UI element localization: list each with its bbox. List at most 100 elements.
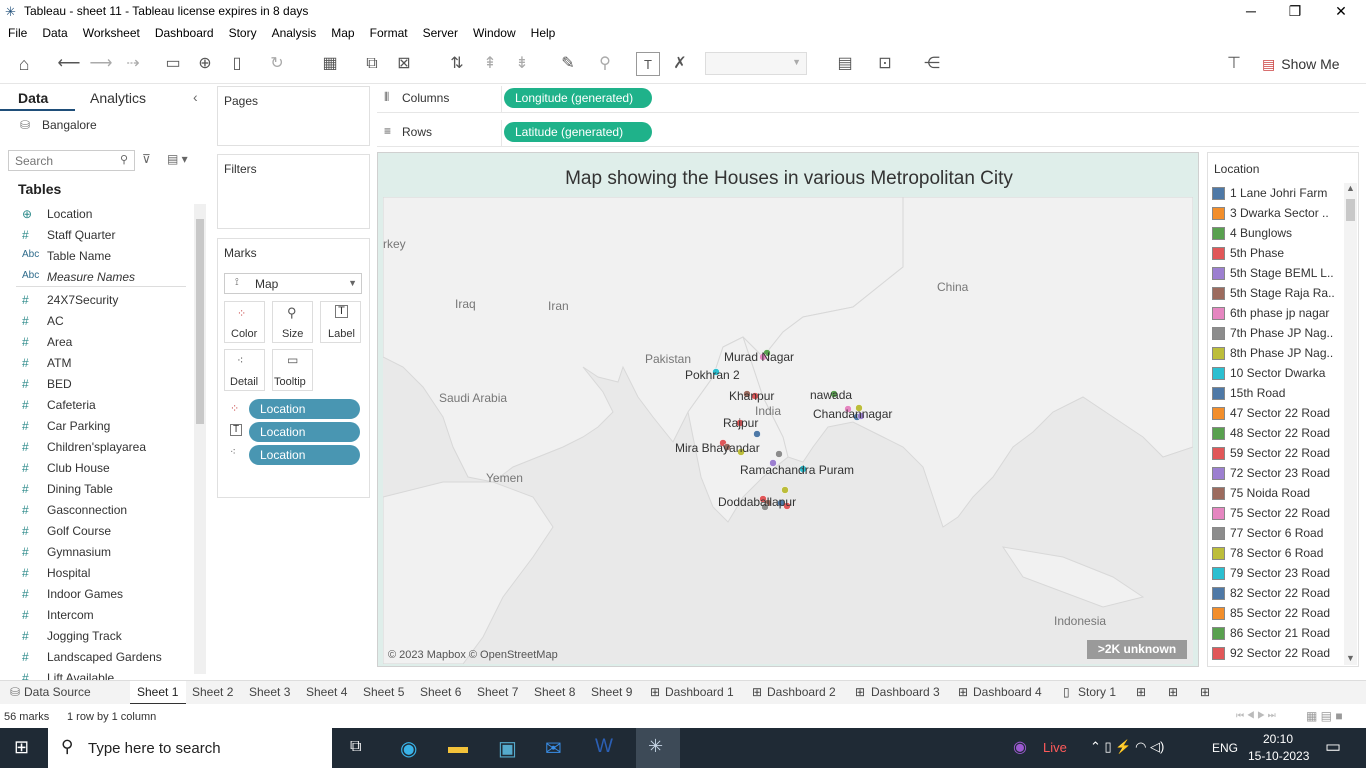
view-options-icon[interactable]: ▤ ▾ [167, 152, 188, 166]
legend-scroll-thumb[interactable] [1346, 199, 1355, 221]
legend-item[interactable]: 47 Sector 22 Road [1212, 403, 1342, 423]
language-indicator[interactable]: ENG [1212, 741, 1238, 755]
file-explorer-icon[interactable]: ▬ [448, 736, 468, 759]
size-button[interactable]: ⚲ Size [272, 301, 313, 343]
store-icon[interactable]: ▣ [498, 736, 517, 761]
field-item[interactable]: # Intercom [0, 605, 190, 626]
legend-item[interactable]: 79 Sector 23 Road [1212, 563, 1342, 583]
search-input[interactable] [8, 150, 135, 171]
new-story-tab-icon[interactable]: ⊞ [1200, 685, 1210, 699]
legend-item[interactable]: 8th Phase JP Nag.. [1212, 343, 1342, 363]
tab-dashboard[interactable]: Dashboard 4 [973, 685, 1042, 699]
location-mark[interactable] [781, 486, 789, 494]
live-label[interactable]: Live [1043, 740, 1067, 755]
field-item[interactable]: Abc Measure Names [0, 267, 190, 288]
clear-sheet-icon[interactable]: ⊠ [392, 52, 416, 76]
columns-pill[interactable]: Longitude (generated) [504, 88, 652, 108]
field-item[interactable]: # ATM [0, 353, 190, 374]
sort-desc-icon[interactable]: ⇟ [510, 52, 534, 76]
legend-item[interactable]: 48 Sector 22 Road [1212, 423, 1342, 443]
menu-server[interactable]: Server [415, 23, 465, 40]
menu-data[interactable]: Data [34, 23, 74, 40]
grid-view-icon[interactable]: ▦ ▤ ■ [1306, 709, 1343, 723]
legend-item[interactable]: 85 Sector 22 Road [1212, 603, 1342, 623]
scroll-down-icon[interactable]: ▼ [1346, 653, 1355, 663]
legend-item[interactable]: 5th Stage Raja Ra.. [1212, 283, 1342, 303]
workbook-optimizer-icon[interactable]: ⊤ [1222, 52, 1246, 76]
tooltip-button[interactable]: ▭ Tooltip [272, 349, 313, 391]
show-me-button[interactable]: ▤ Show Me [1262, 56, 1340, 73]
menu-dashboard[interactable]: Dashboard [147, 23, 221, 40]
legend-item[interactable]: 59 Sector 22 Road [1212, 443, 1342, 463]
field-item[interactable]: # Gymnasium [0, 542, 190, 563]
mark-pill-detail[interactable]: Location [249, 445, 360, 465]
close-button[interactable]: ✕ [1318, 0, 1364, 23]
field-item[interactable]: # Cafeteria [0, 395, 190, 416]
field-item[interactable]: #24X7Security [0, 290, 190, 311]
collapse-icon[interactable]: ‹ [193, 89, 198, 105]
highlight-icon[interactable]: ✎ [556, 52, 580, 76]
field-item[interactable]: # AC [0, 311, 190, 332]
menu-file[interactable]: File [0, 23, 34, 40]
clock-time[interactable]: 20:10 [1263, 732, 1293, 746]
tab-dashboard[interactable]: Dashboard 1 [665, 685, 734, 699]
presentation-icon[interactable]: ⊡ [873, 52, 897, 76]
location-mark[interactable] [775, 450, 783, 458]
menu-help[interactable]: Help [523, 23, 563, 40]
location-mark[interactable] [753, 430, 761, 438]
rows-pill[interactable]: Latitude (generated) [504, 122, 652, 142]
tab-sheet[interactable]: Sheet 5 [363, 685, 404, 699]
field-item[interactable]: # Staff Quarter [0, 225, 190, 246]
mail-icon[interactable]: ✉ [545, 736, 562, 761]
first-page-icon[interactable]: ⏮ ◀ ▶ ⏭ [1236, 710, 1276, 721]
legend-item[interactable]: 75 Noida Road [1212, 483, 1342, 503]
field-item[interactable]: # Hospital [0, 563, 190, 584]
tab-sheet[interactable]: Sheet 9 [591, 685, 632, 699]
field-item[interactable]: ⊕ Location [0, 204, 190, 225]
legend-item[interactable]: 5th Phase [1212, 243, 1342, 263]
tab-sheet[interactable]: Sheet 4 [306, 685, 347, 699]
show-labels-icon[interactable]: T [636, 52, 660, 76]
home-icon[interactable]: ⌂ [12, 52, 36, 76]
task-view-icon[interactable]: ⧉ [350, 738, 361, 756]
legend-item[interactable]: 10 Sector Dwarka [1212, 363, 1342, 383]
side-scrollbar[interactable] [194, 204, 206, 674]
save-icon[interactable]: ▭ [161, 52, 185, 76]
rows-shelf[interactable]: ≡ Rows Latitude (generated) [377, 120, 1359, 147]
unknown-indicator[interactable]: >2K unknown [1087, 640, 1187, 659]
new-dashboard-tab-icon[interactable]: ⊞ [1168, 685, 1178, 699]
legend-item[interactable]: 5th Stage BEML L.. [1212, 263, 1342, 283]
new-worksheet-icon[interactable]: ▦ [318, 52, 342, 76]
legend-item[interactable]: 82 Sector 22 Road [1212, 583, 1342, 603]
legend-item[interactable]: 4 Bunglows [1212, 223, 1342, 243]
group-icon[interactable]: ⚲ [593, 52, 617, 76]
tab-sheet[interactable]: Sheet 8 [534, 685, 575, 699]
tab-sheet-1[interactable]: Sheet 1 [130, 681, 186, 705]
share-icon[interactable]: ⋲ [920, 52, 944, 76]
scroll-up-icon[interactable]: ▲ [1346, 183, 1355, 193]
menu-format[interactable]: Format [362, 23, 415, 40]
legend-item[interactable]: 1 Lane Johri Farm [1212, 183, 1342, 203]
legend-item[interactable]: 78 Sector 6 Road [1212, 543, 1342, 563]
duplicate-icon[interactable]: ⧉ [360, 52, 384, 76]
new-worksheet-tab-icon[interactable]: ⊞ [1136, 685, 1146, 699]
menu-analysis[interactable]: Analysis [264, 23, 324, 40]
pause-updates-icon[interactable]: ▯ [225, 52, 249, 76]
legend-item[interactable]: 86 Sector 21 Road [1212, 623, 1342, 643]
refresh-icon[interactable]: ↻ [265, 52, 289, 76]
menu-map[interactable]: Map [323, 23, 361, 40]
legend-item[interactable]: 15th Road [1212, 383, 1342, 403]
legend-scrollbar[interactable]: ▲ ▼ [1344, 183, 1357, 665]
tableau-taskbar-icon[interactable]: ✳ [636, 728, 680, 768]
sort-asc-icon[interactable]: ⇞ [478, 52, 502, 76]
taskbar-search[interactable]: ⚲ Type here to search [48, 728, 332, 768]
legend-item[interactable]: 3 Dwarka Sector .. [1212, 203, 1342, 223]
detail-button[interactable]: ⁖ Detail [224, 349, 265, 391]
tab-sheet[interactable]: Sheet 7 [477, 685, 518, 699]
tray-icons[interactable]: ⌃ ▯ ⚡ ◠ ◁) [1090, 739, 1164, 755]
mark-pill-label[interactable]: Location [249, 422, 360, 442]
legend-item[interactable]: 6th phase jp nagar [1212, 303, 1342, 323]
redo-icon[interactable]: ⟶ [89, 52, 113, 76]
tab-sheet[interactable]: Sheet 6 [420, 685, 461, 699]
windows-start-icon[interactable]: ⊞ [14, 737, 29, 758]
